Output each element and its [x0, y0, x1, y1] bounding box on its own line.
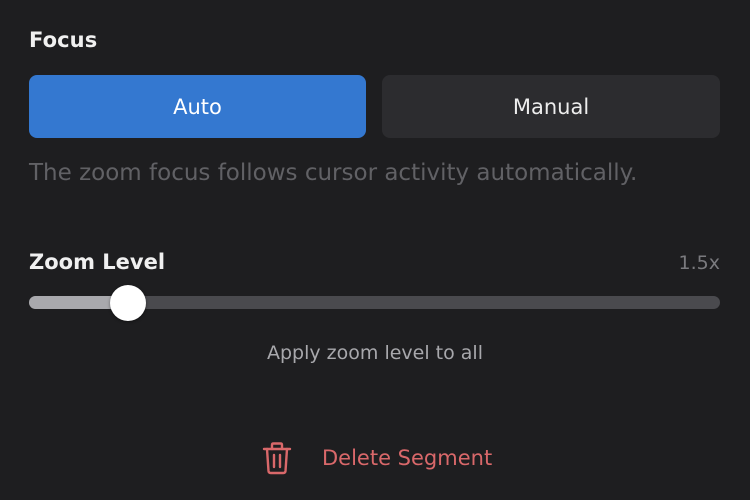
zoom-settings-panel: Focus Auto Manual The zoom focus follows…	[0, 0, 750, 500]
focus-auto-button[interactable]: Auto	[29, 75, 366, 138]
apply-zoom-to-all-button[interactable]: Apply zoom level to all	[0, 342, 750, 364]
zoom-level-value: 1.5x	[678, 252, 720, 274]
delete-segment-label: Delete Segment	[322, 446, 493, 470]
trash-icon	[262, 441, 292, 475]
focus-heading: Focus	[29, 28, 98, 52]
focus-mode-toggle: Auto Manual	[29, 75, 720, 138]
focus-manual-button[interactable]: Manual	[382, 75, 720, 138]
zoom-level-heading: Zoom Level	[29, 250, 166, 274]
delete-segment-button[interactable]: Delete Segment	[262, 438, 492, 478]
zoom-level-slider[interactable]	[29, 285, 720, 321]
slider-thumb[interactable]	[109, 285, 146, 321]
focus-description: The zoom focus follows cursor activity a…	[29, 160, 638, 186]
